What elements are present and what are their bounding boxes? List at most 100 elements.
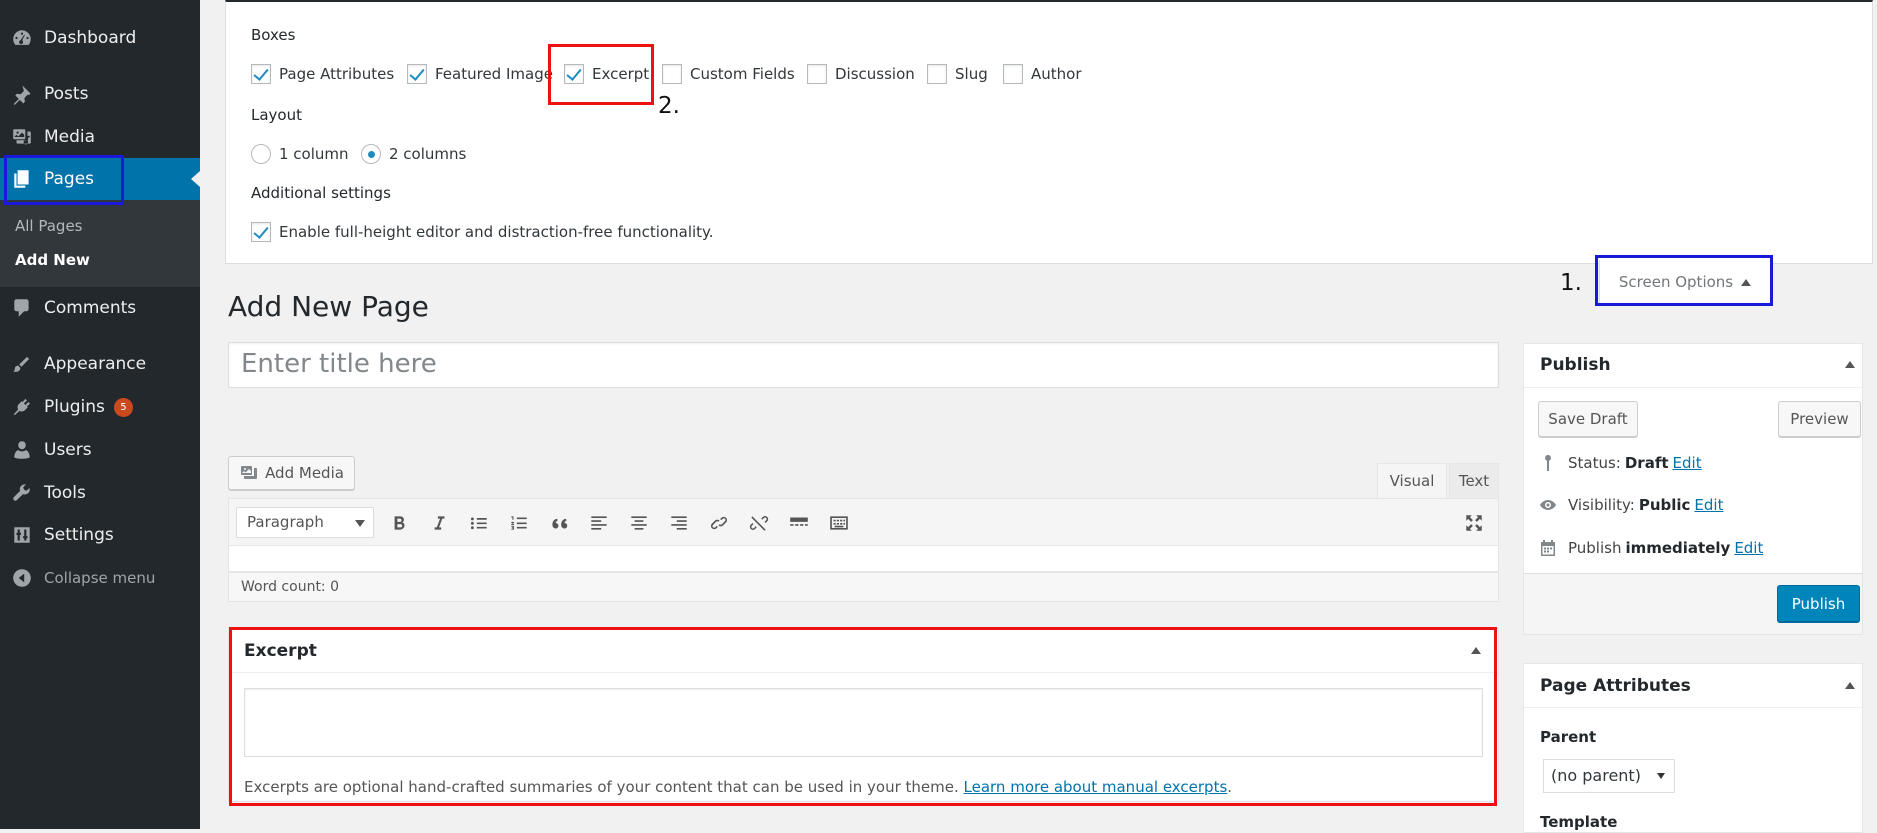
checkbox-label: Discussion — [835, 65, 915, 83]
bold-icon — [394, 516, 405, 530]
menu-media[interactable]: Media — [0, 116, 200, 158]
pin-status-icon — [1545, 455, 1551, 471]
format-select[interactable]: Paragraph — [236, 507, 374, 538]
comment-icon — [0, 297, 44, 319]
checkbox-featured-image[interactable]: Featured Image — [407, 64, 553, 84]
checkbox-label: Slug — [955, 65, 988, 83]
numbered-list-button[interactable] — [504, 508, 534, 538]
align-left-button[interactable] — [584, 508, 614, 538]
admin-sidebar: Dashboard Posts Media Pages All Pages Ad… — [0, 0, 200, 829]
preview-button[interactable]: Preview — [1778, 401, 1861, 437]
menu-tools[interactable]: Tools — [0, 472, 200, 514]
checkbox[interactable] — [927, 64, 947, 84]
checkbox-custom-fields[interactable]: Custom Fields — [662, 64, 795, 84]
checkbox-page-attributes[interactable]: Page Attributes — [251, 64, 394, 84]
save-draft-button[interactable]: Save Draft — [1538, 401, 1638, 437]
checkbox-discussion[interactable]: Discussion — [807, 64, 915, 84]
eye-icon — [1540, 500, 1556, 510]
tab-text[interactable]: Text — [1449, 463, 1499, 498]
checkbox[interactable] — [1003, 64, 1023, 84]
parent-select[interactable]: (no parent) — [1543, 759, 1675, 793]
dashboard-icon — [0, 27, 44, 49]
italic-icon — [434, 516, 445, 530]
plug-icon — [0, 396, 44, 418]
publish-label: Publish — [1568, 539, 1622, 557]
menu-users[interactable]: Users — [0, 429, 200, 471]
checkbox-slug[interactable]: Slug — [927, 64, 988, 84]
numbered-list-icon — [511, 516, 527, 530]
collapse-menu-label: Collapse menu — [44, 569, 156, 587]
checkbox-author[interactable]: Author — [1003, 64, 1082, 84]
checkbox-excerpt[interactable]: Excerpt — [564, 64, 649, 84]
plugins-update-badge: 5 — [113, 397, 133, 417]
tab-visual[interactable]: Visual — [1377, 463, 1447, 498]
radio[interactable] — [361, 144, 381, 164]
excerpt-toggle-icon[interactable] — [1471, 647, 1481, 654]
menu-comments[interactable]: Comments — [0, 287, 200, 329]
divider — [229, 672, 1498, 673]
layout-heading: Layout — [251, 106, 302, 124]
insert-link-button[interactable] — [704, 508, 734, 538]
distraction-free-button[interactable] — [1459, 508, 1489, 538]
edit-visibility-link[interactable]: Edit — [1694, 496, 1723, 514]
menu-pages[interactable]: Pages — [0, 158, 200, 200]
page-attributes-toggle-icon[interactable] — [1845, 682, 1855, 689]
edit-publish-date-link[interactable]: Edit — [1734, 539, 1763, 557]
remove-link-button[interactable] — [744, 508, 774, 538]
visibility-value: Public — [1638, 496, 1691, 514]
menu-appearance[interactable]: Appearance — [0, 343, 200, 385]
checkbox[interactable] — [564, 64, 584, 84]
edit-status-link[interactable]: Edit — [1673, 454, 1702, 472]
add-media-button[interactable]: Add Media — [228, 456, 355, 490]
radio-label: 1 column — [279, 145, 349, 163]
checkbox[interactable] — [407, 64, 427, 84]
menu-posts[interactable]: Posts — [0, 73, 200, 115]
menu-label: Comments — [44, 298, 137, 318]
collapse-menu-button[interactable]: Collapse menu — [0, 557, 200, 599]
checkbox-label: Enable full-height editor and distractio… — [279, 223, 714, 241]
bold-button[interactable] — [384, 508, 414, 538]
word-count: Word count: 0 — [228, 572, 1499, 602]
menu-label: Plugins — [44, 397, 105, 417]
checkbox[interactable] — [807, 64, 827, 84]
excerpt-help-text: Excerpts are optional hand-crafted summa… — [244, 778, 1232, 796]
checkbox[interactable] — [251, 64, 271, 84]
checkbox-full-height-editor[interactable]: Enable full-height editor and distractio… — [251, 222, 714, 242]
status-label: Status: — [1568, 454, 1621, 472]
help-text: Excerpts are optional hand-crafted summa… — [244, 778, 964, 796]
align-right-button[interactable] — [664, 508, 694, 538]
radio[interactable] — [251, 144, 271, 164]
italic-button[interactable] — [424, 508, 454, 538]
content-editor-area[interactable] — [228, 546, 1499, 572]
menu-dashboard[interactable]: Dashboard — [0, 17, 200, 59]
read-more-button[interactable] — [784, 508, 814, 538]
calendar-icon — [1541, 540, 1555, 556]
publish-toggle-icon[interactable] — [1845, 361, 1855, 368]
checkbox[interactable] — [662, 64, 682, 84]
publish-button[interactable]: Publish — [1777, 585, 1860, 622]
menu-label: Settings — [44, 525, 114, 545]
parent-select-value: (no parent) — [1551, 766, 1641, 785]
help-text-end: . — [1227, 778, 1233, 796]
toolbar-toggle-button[interactable] — [824, 508, 854, 538]
unlink-icon — [749, 516, 769, 531]
submenu-add-new[interactable]: Add New — [15, 251, 90, 269]
screen-options-button[interactable]: Screen Options — [1599, 260, 1771, 305]
annotation-step-2: 2. — [658, 93, 680, 119]
menu-settings[interactable]: Settings — [0, 514, 200, 556]
excerpt-textarea[interactable] — [244, 688, 1483, 757]
menu-plugins[interactable]: Plugins 5 — [0, 386, 200, 428]
wrench-icon — [0, 482, 44, 504]
blockquote-button[interactable] — [544, 508, 574, 538]
title-input[interactable]: Enter title here — [228, 342, 1499, 388]
radio-2-columns[interactable]: 2 columns — [361, 144, 466, 164]
radio-1-column[interactable]: 1 column — [251, 144, 349, 164]
screen-options-label: Screen Options — [1618, 273, 1734, 291]
menu-label: Pages — [44, 169, 95, 189]
checkbox[interactable] — [251, 222, 271, 242]
submenu-all-pages[interactable]: All Pages — [15, 217, 83, 235]
manual-excerpts-link[interactable]: Learn more about manual excerpts — [964, 778, 1228, 796]
fullscreen-icon — [1466, 515, 1482, 531]
bulleted-list-button[interactable] — [464, 508, 494, 538]
align-center-button[interactable] — [624, 508, 654, 538]
